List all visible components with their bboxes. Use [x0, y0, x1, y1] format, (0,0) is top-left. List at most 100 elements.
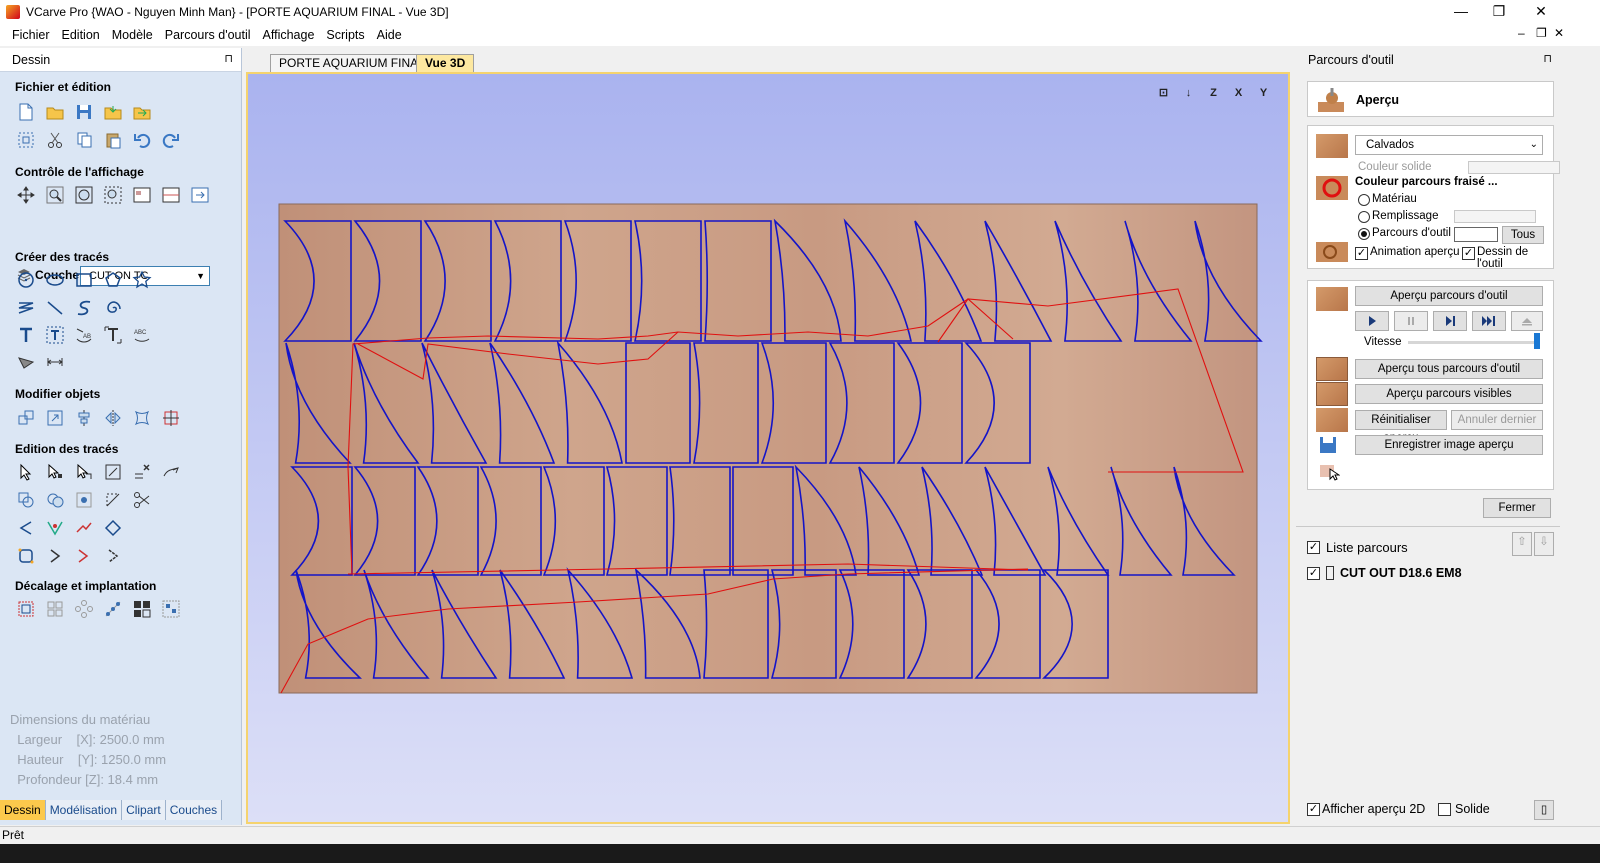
menu-edition[interactable]: Edition	[56, 28, 106, 42]
nesting-icon[interactable]	[131, 598, 153, 620]
material-select[interactable]: Calvados ⌄	[1355, 135, 1543, 155]
select-all-icon[interactable]	[15, 129, 37, 151]
open-file-icon[interactable]	[44, 101, 66, 123]
stop-button[interactable]	[1511, 311, 1543, 331]
view-x-icon[interactable]: X	[1228, 82, 1249, 103]
tab-modelisation[interactable]: Modélisation	[45, 800, 123, 820]
reset-preview-button[interactable]: Réinitialiser aperçu	[1355, 410, 1447, 444]
menu-aide[interactable]: Aide	[371, 28, 408, 42]
arc-text-icon[interactable]: ABC	[131, 324, 153, 346]
step-forward-button[interactable]	[1433, 311, 1467, 331]
job-layout-icon[interactable]	[160, 598, 182, 620]
zoom-selection-icon[interactable]	[102, 184, 124, 206]
delete-vector-icon[interactable]	[131, 461, 153, 483]
pin-icon[interactable]: ⊓	[1543, 52, 1552, 65]
tab-couches[interactable]: Couches	[165, 800, 223, 820]
3d-viewport[interactable]: ⊡ ↓ Z X Y	[246, 72, 1290, 824]
close-vector-icon[interactable]	[102, 517, 124, 539]
tab-clipart[interactable]: Clipart	[122, 800, 166, 820]
select-arrow-icon[interactable]	[15, 461, 37, 483]
offset-icon[interactable]	[15, 598, 37, 620]
save-preview-button[interactable]: Enregistrer image aperçu	[1355, 435, 1543, 455]
move-up-button[interactable]: ⇧	[1512, 532, 1532, 556]
spiral-icon[interactable]	[102, 297, 124, 319]
preview-toolpath-button[interactable]: Aperçu parcours d'outil	[1355, 286, 1543, 306]
menu-scripts[interactable]: Scripts	[320, 28, 370, 42]
radio-fill[interactable]	[1358, 211, 1370, 223]
tab-porte-aquarium[interactable]: PORTE AQUARIUM FINAL	[270, 54, 434, 72]
array-icon[interactable]	[44, 598, 66, 620]
star-icon[interactable]	[131, 269, 153, 291]
solid-checkbox[interactable]	[1438, 803, 1451, 816]
all-button[interactable]: Tous	[1502, 226, 1544, 244]
speed-slider-thumb[interactable]	[1534, 333, 1540, 349]
view-z-icon[interactable]: Z	[1203, 82, 1224, 103]
panel-options-button[interactable]: ▯	[1534, 800, 1554, 820]
smooth-icon[interactable]	[160, 461, 182, 483]
ellipse-icon[interactable]	[44, 269, 66, 291]
move-icon[interactable]	[15, 407, 37, 429]
radio-toolpath[interactable]	[1358, 228, 1370, 240]
copy-icon[interactable]	[73, 129, 95, 151]
menu-modele[interactable]: Modèle	[106, 28, 159, 42]
dimension-icon[interactable]	[15, 351, 37, 373]
pan-icon[interactable]	[15, 184, 37, 206]
scale-icon[interactable]	[44, 407, 66, 429]
toolpath-list-checkbox[interactable]: ✓	[1307, 541, 1320, 554]
preview-all-button[interactable]: Aperçu tous parcours d'outil	[1355, 359, 1543, 379]
toolpath-item-label[interactable]: CUT OUT D18.6 EM8	[1340, 566, 1462, 580]
tab-vue-3d[interactable]: Vue 3D	[416, 54, 475, 72]
extend-icon[interactable]	[73, 545, 95, 567]
fillet-icon[interactable]	[102, 489, 124, 511]
intersect-icon[interactable]	[73, 489, 95, 511]
trim-icon[interactable]	[102, 461, 124, 483]
polygon-icon[interactable]	[102, 269, 124, 291]
subtract-icon[interactable]	[44, 489, 66, 511]
pause-button[interactable]	[1394, 311, 1428, 331]
mirror-icon[interactable]	[102, 407, 124, 429]
curve-icon[interactable]	[73, 297, 95, 319]
redo-icon[interactable]	[160, 129, 182, 151]
new-file-icon[interactable]	[15, 101, 37, 123]
skip-to-end-button[interactable]	[1472, 311, 1506, 331]
curve-fit-icon[interactable]	[73, 517, 95, 539]
import-icon[interactable]	[102, 101, 124, 123]
join-vector-icon[interactable]	[44, 517, 66, 539]
cut-icon[interactable]	[44, 129, 66, 151]
zoom-fit-icon[interactable]	[73, 184, 95, 206]
preview-visible-button[interactable]: Aperçu parcours visibles	[1355, 384, 1543, 404]
scissors-icon[interactable]	[131, 489, 153, 511]
menu-fichier[interactable]: Fichier	[6, 28, 56, 42]
undo-last-button[interactable]: Annuler dernier	[1451, 410, 1543, 430]
tool-drawing-checkbox[interactable]: ✓	[1462, 247, 1475, 260]
arrow-end-icon[interactable]	[102, 545, 124, 567]
view-3d-icon[interactable]	[189, 184, 211, 206]
text-on-curve-icon[interactable]: AB	[73, 324, 95, 346]
circular-array-icon[interactable]	[73, 598, 95, 620]
zoom-box-icon[interactable]	[44, 184, 66, 206]
mdi-close-button[interactable]: ✕	[1554, 26, 1564, 40]
animate-preview-checkbox[interactable]: ✓	[1355, 247, 1368, 260]
distort-icon[interactable]	[131, 407, 153, 429]
text-frame-icon[interactable]	[44, 324, 66, 346]
fill-color-picker[interactable]	[1454, 210, 1536, 223]
align-icon[interactable]	[73, 407, 95, 429]
pin-icon[interactable]: ⊓	[224, 52, 233, 65]
menu-parcours[interactable]: Parcours d'outil	[159, 28, 257, 42]
copy-along-icon[interactable]	[102, 598, 124, 620]
measure-icon[interactable]	[44, 351, 66, 373]
toolpath-color-picker[interactable]	[1454, 227, 1498, 242]
maximize-button[interactable]: ❐	[1476, 0, 1522, 23]
zoom-extents-icon[interactable]: ⊡	[1153, 82, 1174, 103]
text-icon[interactable]	[15, 324, 37, 346]
save-icon[interactable]	[73, 101, 95, 123]
show-2d-preview-checkbox[interactable]: ✓	[1307, 803, 1320, 816]
paste-icon[interactable]	[102, 129, 124, 151]
close-button[interactable]: ✕	[1518, 0, 1564, 23]
circle-icon[interactable]	[15, 269, 37, 291]
node-edit-icon[interactable]	[44, 461, 66, 483]
play-button[interactable]	[1355, 311, 1389, 331]
view-y-icon[interactable]: Y	[1253, 82, 1274, 103]
tab-dessin[interactable]: Dessin	[0, 800, 46, 820]
open-vector-icon[interactable]	[15, 517, 37, 539]
